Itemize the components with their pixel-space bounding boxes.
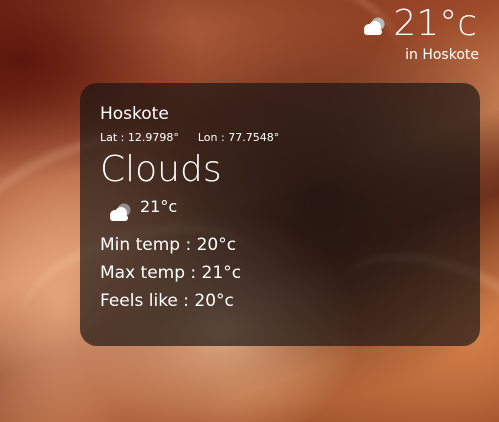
header-temperature: 21°c: [393, 3, 477, 44]
coordinates: Lat : 12.9798° Lon : 77.7548°: [100, 130, 460, 145]
min-temp: Min temp : 20°c: [100, 235, 237, 255]
feels-like: Feels like : 20°c: [100, 291, 234, 311]
current-temp-row: 21°c: [106, 197, 460, 223]
header-weather-row: 21°c: [360, 4, 477, 44]
longitude: Lon : 77.7548°: [197, 131, 280, 144]
cloud-icon: [110, 203, 131, 221]
city-name: Hoskote: [100, 104, 169, 124]
header-weather-widget[interactable]: 21°c in Hoskote: [360, 4, 479, 64]
latitude: Lat : 12.9798°: [100, 131, 179, 144]
current-temperature: 21°c: [140, 197, 178, 216]
temperature-details: Min temp : 20°c Max temp : 21°c Feels li…: [100, 231, 460, 315]
max-temp: Max temp : 21°c: [100, 263, 242, 283]
header-city: in Hoskote: [405, 47, 479, 63]
weather-card: Hoskote Lat : 12.9798° Lon : 77.7548° Cl…: [80, 83, 480, 346]
cloud-icon: [364, 17, 385, 35]
weather-condition: Clouds: [100, 149, 222, 190]
